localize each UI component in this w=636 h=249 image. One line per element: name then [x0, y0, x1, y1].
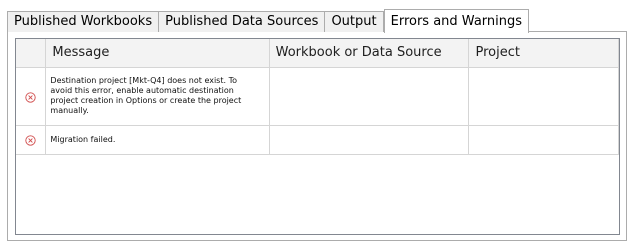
source-cell	[269, 67, 470, 126]
message-cell: Destination project [Mkt-Q4] does not ex…	[45, 67, 270, 126]
project-cell	[468, 67, 619, 126]
error-icon	[25, 91, 36, 103]
column-header-message[interactable]: Message	[45, 39, 270, 68]
tab-published-workbooks[interactable]: Published Workbooks	[7, 11, 160, 32]
project-cell	[468, 125, 619, 155]
tab-output[interactable]: Output	[324, 11, 384, 32]
source-cell	[269, 125, 470, 155]
errors-table: Message Workbook or Data Source Project …	[16, 39, 619, 155]
icon-column-header[interactable]	[16, 39, 47, 68]
errors-grid[interactable]: Message Workbook or Data Source Project …	[15, 38, 620, 235]
tab-errors-and-warnings[interactable]: Errors and Warnings	[383, 9, 530, 33]
table-row[interactable]: Migration failed.	[16, 125, 619, 155]
column-header-project[interactable]: Project	[468, 39, 619, 68]
icon-cell	[16, 67, 47, 126]
header-row: Message Workbook or Data Source Project	[16, 39, 619, 68]
message-cell: Migration failed.	[45, 125, 270, 155]
tab-published-data-sources[interactable]: Published Data Sources	[158, 11, 326, 32]
table-row[interactable]: Destination project [Mkt-Q4] does not ex…	[16, 67, 619, 126]
column-header-workbook-or-data-source[interactable]: Workbook or Data Source	[269, 39, 470, 68]
icon-cell	[16, 125, 47, 155]
tab-strip: Published Workbooks Published Data Sourc…	[7, 8, 530, 33]
tab-panel: Message Workbook or Data Source Project …	[7, 31, 627, 241]
error-icon	[25, 135, 36, 146]
